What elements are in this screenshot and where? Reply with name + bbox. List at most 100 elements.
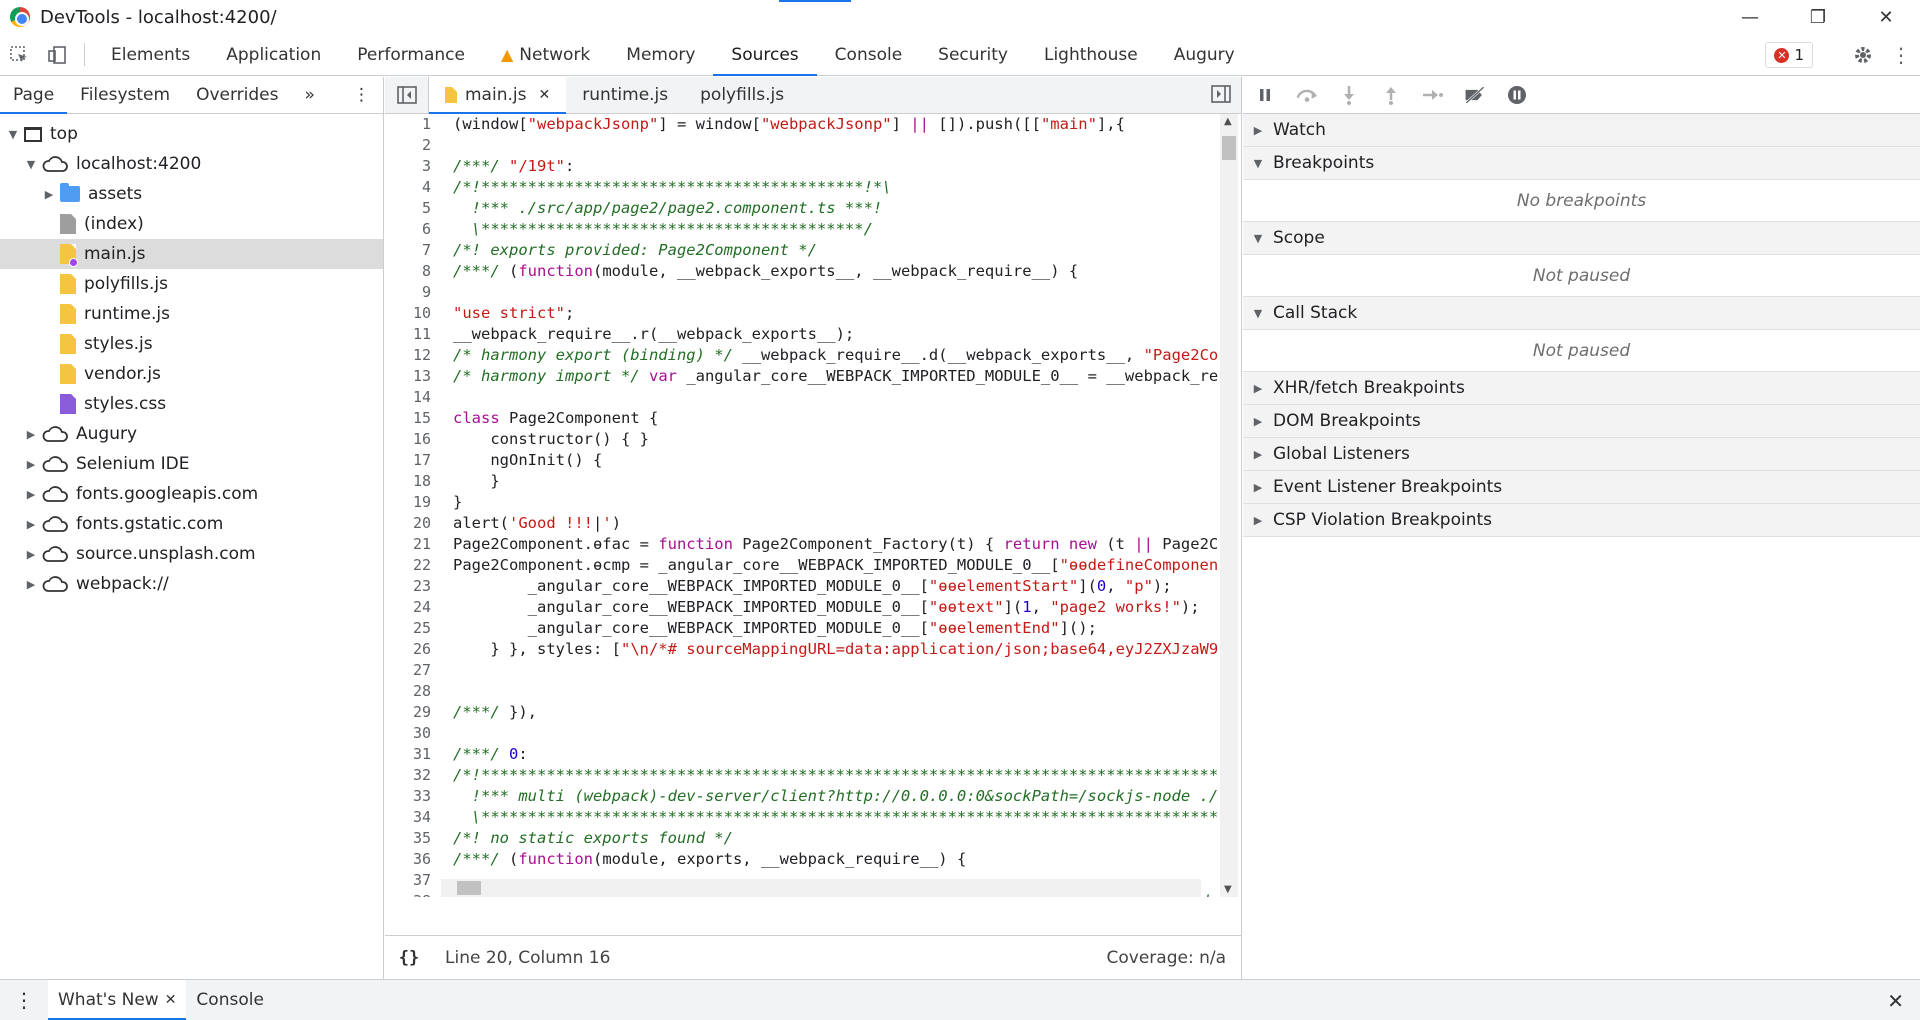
line-number[interactable]: 38 bbox=[385, 891, 441, 897]
tab-memory[interactable]: Memory bbox=[608, 34, 713, 75]
editor-tab-polyfills-js[interactable]: polyfills.js bbox=[684, 77, 800, 113]
line-number[interactable]: 24 bbox=[385, 597, 441, 618]
line-number[interactable]: 5 bbox=[385, 198, 441, 219]
pane-global-listeners[interactable]: ▶ Global Listeners bbox=[1243, 438, 1920, 471]
inspect-element-icon[interactable] bbox=[0, 34, 38, 75]
close-tab-icon[interactable]: ✕ bbox=[165, 992, 177, 1008]
drawer-menu-icon[interactable]: ⋮ bbox=[0, 980, 48, 1020]
line-number[interactable]: 18 bbox=[385, 471, 441, 492]
line-number[interactable]: 2 bbox=[385, 135, 441, 156]
horizontal-scrollbar[interactable] bbox=[441, 879, 1201, 897]
tree-item-webpack[interactable]: ▶ webpack:// bbox=[0, 569, 383, 599]
line-number[interactable]: 4 bbox=[385, 177, 441, 198]
line-number[interactable]: 20 bbox=[385, 513, 441, 534]
close-tab-icon[interactable]: ✕ bbox=[538, 87, 550, 103]
line-number[interactable]: 7 bbox=[385, 240, 441, 261]
navigator-menu-icon[interactable]: ⋮ bbox=[340, 77, 383, 113]
scroll-down-arrow-icon[interactable]: ▼ bbox=[1224, 884, 1232, 895]
line-number[interactable]: 13 bbox=[385, 366, 441, 387]
pane-dom-breakpoints[interactable]: ▶ DOM Breakpoints bbox=[1243, 405, 1920, 438]
tree-item-gstatic[interactable]: ▶ fonts.gstatic.com bbox=[0, 509, 383, 539]
vertical-scroll-thumb[interactable] bbox=[1222, 136, 1236, 160]
tree-item-selenium[interactable]: ▶ Selenium IDE bbox=[0, 449, 383, 479]
tab-console[interactable]: Console bbox=[817, 34, 921, 75]
line-number[interactable]: 6 bbox=[385, 219, 441, 240]
tab-security[interactable]: Security bbox=[920, 34, 1026, 75]
tree-item-polyfills[interactable]: polyfills.js bbox=[0, 269, 383, 299]
tree-item-vendor[interactable]: vendor.js bbox=[0, 359, 383, 389]
line-number[interactable]: 32 bbox=[385, 765, 441, 786]
line-number[interactable]: 34 bbox=[385, 807, 441, 828]
settings-gear-icon[interactable] bbox=[1844, 44, 1882, 66]
pane-breakpoints[interactable]: ▼ Breakpoints bbox=[1243, 147, 1920, 180]
line-number[interactable]: 1 bbox=[385, 114, 441, 135]
more-tabs-chevron-icon[interactable]: » bbox=[291, 77, 327, 113]
tree-item-unsplash[interactable]: ▶ source.unsplash.com bbox=[0, 539, 383, 569]
line-number[interactable]: 19 bbox=[385, 492, 441, 513]
pane-watch[interactable]: ▶ Watch bbox=[1243, 114, 1920, 147]
pane-scope[interactable]: ▼ Scope bbox=[1243, 222, 1920, 255]
device-toolbar-icon[interactable] bbox=[38, 34, 76, 75]
more-options-icon[interactable]: ⋮ bbox=[1882, 43, 1920, 67]
step-over-icon[interactable] bbox=[1295, 83, 1319, 107]
drawer-tab-whats-new[interactable]: What's New ✕ bbox=[48, 980, 187, 1020]
pretty-print-button[interactable]: {} bbox=[385, 948, 433, 968]
line-number[interactable]: 35 bbox=[385, 828, 441, 849]
vertical-scrollbar[interactable]: ▲ ▼ bbox=[1220, 114, 1238, 897]
line-number[interactable]: 11 bbox=[385, 324, 441, 345]
step-out-icon[interactable] bbox=[1379, 83, 1403, 107]
line-number[interactable]: 31 bbox=[385, 744, 441, 765]
tab-lighthouse[interactable]: Lighthouse bbox=[1026, 34, 1156, 75]
line-number[interactable]: 8 bbox=[385, 261, 441, 282]
tab-network[interactable]: ▲ Network bbox=[483, 34, 608, 75]
line-number[interactable]: 36 bbox=[385, 849, 441, 870]
tab-filesystem[interactable]: Filesystem bbox=[67, 77, 183, 113]
restore-icon[interactable]: ❐ bbox=[1784, 0, 1852, 34]
horizontal-scroll-thumb[interactable] bbox=[457, 881, 481, 895]
tab-application[interactable]: Application bbox=[208, 34, 339, 75]
editor-tab-runtime-js[interactable]: runtime.js bbox=[566, 77, 684, 113]
minimize-icon[interactable]: — bbox=[1716, 0, 1784, 34]
line-number[interactable]: 14 bbox=[385, 387, 441, 408]
tab-sources[interactable]: Sources bbox=[713, 34, 817, 76]
step-icon[interactable] bbox=[1421, 83, 1445, 107]
tree-item-runtime[interactable]: runtime.js bbox=[0, 299, 383, 329]
tree-item-localhost[interactable]: ▼ localhost:4200 bbox=[0, 149, 383, 179]
line-number[interactable]: 12 bbox=[385, 345, 441, 366]
tree-item-main-js[interactable]: main.js bbox=[0, 239, 383, 269]
line-number[interactable]: 16 bbox=[385, 429, 441, 450]
drawer-tab-console[interactable]: Console bbox=[186, 980, 274, 1020]
line-number[interactable]: 21 bbox=[385, 534, 441, 555]
code-area[interactable]: 1 2 3 4 5 6 7 8 9 10 11 12 13 14 15 16 17 18 19 20 21 22 23 24 2… bbox=[385, 114, 1242, 897]
line-number[interactable]: 22 bbox=[385, 555, 441, 576]
tree-item-index[interactable]: (index) bbox=[0, 209, 383, 239]
line-number[interactable]: 17 bbox=[385, 450, 441, 471]
line-number[interactable]: 3 bbox=[385, 156, 441, 177]
tab-performance[interactable]: Performance bbox=[339, 34, 483, 75]
tab-overrides[interactable]: Overrides bbox=[183, 77, 291, 113]
pane-call-stack[interactable]: ▼ Call Stack bbox=[1243, 297, 1920, 330]
pane-csp-violation-breakpoints[interactable]: ▶ CSP Violation Breakpoints bbox=[1243, 504, 1920, 537]
line-number[interactable]: 27 bbox=[385, 660, 441, 681]
toggle-navigator-icon[interactable] bbox=[385, 77, 429, 113]
line-number[interactable]: 37 bbox=[385, 870, 441, 891]
line-number[interactable]: 25 bbox=[385, 618, 441, 639]
pane-xhr-breakpoints[interactable]: ▶ XHR/fetch Breakpoints bbox=[1243, 372, 1920, 405]
line-number[interactable]: 9 bbox=[385, 282, 441, 303]
code-content[interactable]: (window["webpackJsonp"] = window["webpac… bbox=[453, 114, 1218, 897]
close-window-icon[interactable]: ✕ bbox=[1852, 0, 1920, 34]
line-number[interactable]: 33 bbox=[385, 786, 441, 807]
line-number[interactable]: 23 bbox=[385, 576, 441, 597]
pause-icon[interactable] bbox=[1253, 83, 1277, 107]
line-number[interactable]: 15 bbox=[385, 408, 441, 429]
toggle-debugger-icon[interactable] bbox=[1211, 85, 1231, 108]
deactivate-breakpoints-icon[interactable] bbox=[1463, 83, 1487, 107]
line-number[interactable]: 28 bbox=[385, 681, 441, 702]
editor-tab-main-js[interactable]: main.js ✕ bbox=[429, 77, 567, 114]
line-number[interactable]: 29 bbox=[385, 702, 441, 723]
line-number[interactable]: 10 bbox=[385, 303, 441, 324]
tab-page[interactable]: Page bbox=[0, 77, 68, 114]
line-number[interactable]: 26 bbox=[385, 639, 441, 660]
step-into-icon[interactable] bbox=[1337, 83, 1361, 107]
pause-on-exceptions-icon[interactable] bbox=[1505, 83, 1529, 107]
